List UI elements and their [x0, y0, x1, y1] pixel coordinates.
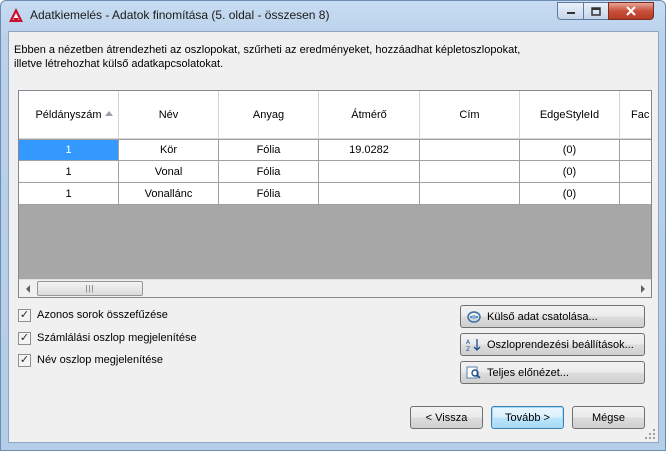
grid-body: 1 Kör Fólia 19.0282 (0) 1 Vonal Fólia (0… [19, 139, 651, 205]
close-button[interactable] [608, 2, 654, 20]
description-line-2: illetve létrehozhat külső adatkapcsolato… [14, 58, 224, 70]
grid-header: Példányszám Név Anyag Átmérő Cím EdgeSty… [19, 91, 651, 139]
resize-grip-icon[interactable] [644, 428, 656, 440]
back-button-label: < Vissza [425, 411, 468, 424]
dialog-content: Ebben a nézetben átrendezheti az oszlopo… [8, 31, 659, 443]
table-cell[interactable]: Vonallánc [119, 183, 219, 204]
show-count-checkbox[interactable]: ✓ [18, 331, 31, 345]
table-cell[interactable]: (0) [520, 161, 620, 182]
scroll-left-button[interactable] [19, 280, 36, 297]
svg-text:Z: Z [466, 346, 470, 352]
scrollbar-thumb[interactable]: ||| [37, 281, 143, 296]
next-button-label: Tovább > [505, 411, 550, 424]
show-name-option[interactable]: ✓ Név oszlop megjelenítése [18, 352, 163, 368]
combine-rows-option[interactable]: ✓ Azonos sorok összefűzése [18, 307, 168, 323]
table-row[interactable]: 1 Vonal Fólia (0) [19, 161, 651, 183]
next-button[interactable]: Tovább > [491, 406, 564, 429]
arrow-left-icon [25, 284, 30, 293]
column-header-anyag[interactable]: Anyag [219, 91, 319, 138]
table-cell[interactable] [420, 161, 520, 182]
table-cell[interactable] [620, 139, 651, 160]
column-header-fac[interactable]: Fac [620, 91, 651, 138]
svg-text:A: A [466, 339, 471, 346]
column-header-edgestyleid[interactable]: EdgeStyleId [520, 91, 620, 138]
dialog-window: Adatkiemelés - Adatok finomítása (5. old… [0, 0, 666, 451]
table-cell[interactable]: Fólia [219, 161, 319, 182]
close-icon [626, 6, 636, 16]
table-cell[interactable]: Vonal [119, 161, 219, 182]
table-row[interactable]: 1 Vonallánc Fólia (0) [19, 183, 651, 205]
column-header-peldanyszam[interactable]: Példányszám [19, 91, 119, 138]
arrow-right-icon [640, 284, 645, 293]
table-cell[interactable] [420, 183, 520, 204]
maximize-icon [591, 6, 601, 16]
preview-magnifier-icon [465, 365, 483, 381]
table-cell[interactable]: Kör [119, 139, 219, 160]
show-count-label: Számlálási oszlop megjelenítése [37, 332, 197, 344]
link-external-data-button[interactable]: Külső adat csatolása... [460, 305, 645, 328]
column-header-atmero[interactable]: Átmérő [319, 91, 420, 138]
window-title: Adatkiemelés - Adatok finomítása (5. old… [30, 8, 330, 22]
scroll-right-button[interactable] [634, 280, 651, 297]
table-cell[interactable]: Fólia [219, 183, 319, 204]
show-name-checkbox[interactable]: ✓ [18, 353, 31, 367]
table-cell[interactable] [620, 161, 651, 182]
show-name-label: Név oszlop megjelenítése [37, 354, 163, 366]
data-grid[interactable]: Példányszám Név Anyag Átmérő Cím EdgeSty… [18, 90, 652, 298]
column-sort-settings-button[interactable]: AZ Oszloprendezési beállítások... [460, 333, 645, 356]
sort-ascending-icon [105, 111, 113, 116]
column-header-label: Fac [631, 108, 650, 121]
title-bar[interactable]: Adatkiemelés - Adatok finomítása (5. old… [1, 1, 665, 31]
link-icon [465, 309, 483, 325]
full-preview-button[interactable]: Teljes előnézet... [460, 361, 645, 384]
table-cell[interactable]: 1 [19, 161, 119, 182]
show-count-option[interactable]: ✓ Számlálási oszlop megjelenítése [18, 330, 197, 346]
column-header-label: EdgeStyleId [539, 108, 600, 121]
description-line-1: Ebben a nézetben átrendezheti az oszlopo… [14, 44, 521, 56]
table-cell[interactable] [319, 183, 420, 204]
combine-rows-label: Azonos sorok összefűzése [37, 309, 168, 321]
column-header-nev[interactable]: Név [119, 91, 219, 138]
table-cell[interactable]: Fólia [219, 139, 319, 160]
combine-rows-checkbox[interactable]: ✓ [18, 308, 31, 322]
column-header-label: Átmérő [351, 108, 387, 121]
table-cell[interactable]: 1 [19, 183, 119, 204]
back-button[interactable]: < Vissza [410, 406, 483, 429]
description-text: Ebben a nézetben átrendezheti az oszlopo… [14, 43, 634, 71]
table-cell[interactable] [420, 139, 520, 160]
table-cell[interactable] [319, 161, 420, 182]
table-cell[interactable] [620, 183, 651, 204]
cancel-button-label: Mégse [591, 411, 626, 424]
minimize-button[interactable] [557, 2, 584, 20]
link-external-data-label: Külső adat csatolása... [487, 310, 598, 323]
table-cell[interactable]: 1 [19, 139, 119, 160]
column-header-label: Anyag [252, 108, 285, 121]
grip-icon: ||| [85, 284, 95, 293]
cancel-button[interactable]: Mégse [572, 406, 645, 429]
table-row[interactable]: 1 Kör Fólia 19.0282 (0) [19, 139, 651, 161]
horizontal-scrollbar[interactable]: ||| [19, 279, 651, 297]
maximize-button[interactable] [583, 2, 609, 20]
table-cell[interactable]: (0) [520, 183, 620, 204]
table-cell[interactable]: 19.0282 [319, 139, 420, 160]
full-preview-label: Teljes előnézet... [487, 366, 569, 379]
column-header-label: Cím [459, 108, 480, 121]
autocad-logo-icon [9, 8, 23, 22]
column-header-cim[interactable]: Cím [420, 91, 520, 138]
column-sort-settings-label: Oszloprendezési beállítások... [487, 338, 634, 351]
column-header-label: Név [158, 108, 179, 121]
column-header-label: Példányszám [35, 108, 102, 121]
table-cell[interactable]: (0) [520, 139, 620, 160]
sort-az-icon: AZ [465, 337, 483, 353]
minimize-icon [566, 12, 575, 14]
